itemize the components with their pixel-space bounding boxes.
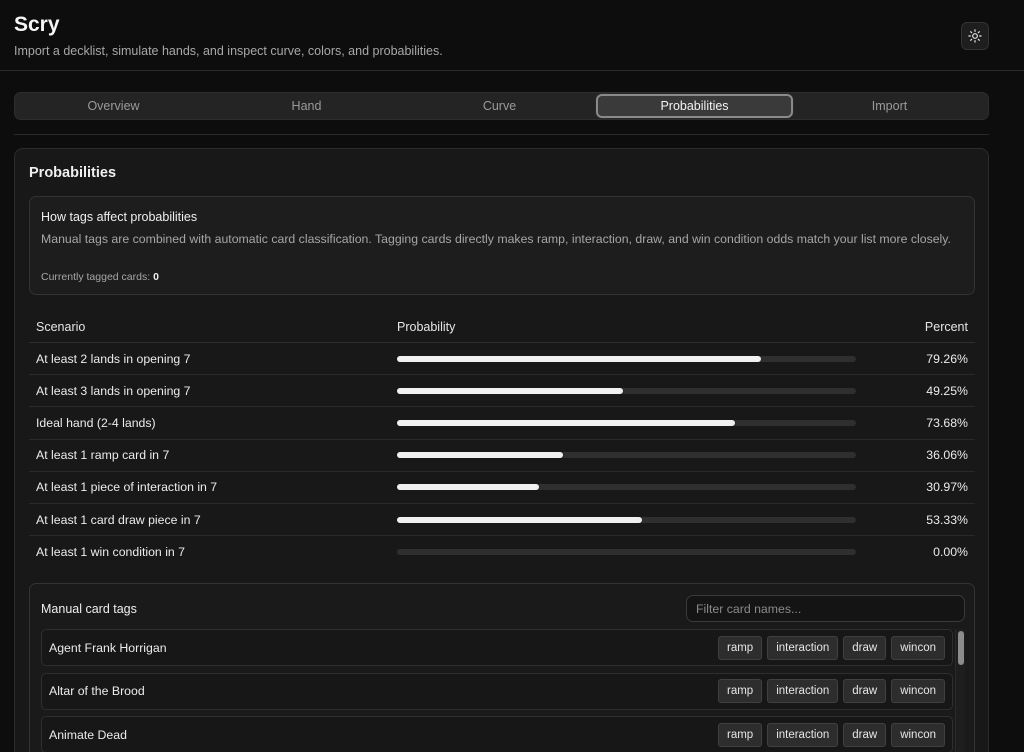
probability-bar-fill (397, 452, 563, 459)
probability-bar-fill (397, 419, 736, 426)
tag-button-draw[interactable]: draw (843, 722, 887, 747)
percent-value: 36.06% (926, 448, 968, 463)
probability-bar-track (397, 419, 856, 426)
percent-value: 30.97% (926, 480, 968, 495)
card-name: Agent Frank Horrigan (49, 640, 167, 655)
scenario-label: At least 2 lands in opening 7 (36, 351, 191, 366)
probability-table: Scenario Probability Percent At least 2 … (29, 311, 975, 568)
app-title: Scry (14, 13, 60, 36)
card-tag-row: Altar of the Brood ramp interaction draw win… (41, 672, 953, 710)
probability-bar-fill (397, 516, 642, 523)
table-row: At least 3 lands in opening 7 49.25% (29, 375, 975, 408)
scenario-label: At least 1 card draw piece in 7 (36, 512, 201, 527)
probabilities-panel: Probabilities How tags affect probabilit… (14, 148, 989, 752)
probability-cell (397, 516, 856, 523)
probability-bar-track (397, 355, 856, 362)
app-subtitle: Import a decklist, simulate hands, and i… (14, 44, 443, 58)
tag-button-wincon[interactable]: wincon (891, 722, 945, 747)
scrollbar-thumb[interactable] (958, 631, 964, 665)
card-tag-list: Agent Frank Horrigan ramp interaction draw w… (41, 629, 953, 752)
tab-bar: Overview Hand Curve Probabilities Import (14, 92, 989, 120)
tag-button-ramp[interactable]: ramp (717, 722, 763, 747)
percent-value: 53.33% (926, 512, 968, 527)
card-tag-row: Agent Frank Horrigan ramp interaction draw w… (41, 629, 953, 666)
tag-button-interaction[interactable]: interaction (767, 722, 839, 747)
table-row: At least 1 piece of interaction in 7 30.9… (29, 472, 975, 504)
probability-cell (397, 355, 856, 362)
scenario-label: Ideal hand (2-4 lands) (36, 415, 156, 430)
table-body: At least 2 lands in opening 7 79.26% At le… (29, 343, 975, 568)
probability-bar-fill (397, 387, 624, 394)
tag-button-wincon[interactable]: wincon (891, 635, 945, 660)
tag-button-group: ramp interaction draw wincon (717, 635, 945, 660)
scenario-label: At least 3 lands in opening 7 (36, 383, 191, 398)
tagged-cards-line: Currently tagged cards: 0 (41, 271, 159, 283)
card-list-scrollbar[interactable] (955, 629, 965, 752)
card-name: Animate Dead (49, 727, 127, 742)
header-divider (14, 134, 989, 135)
sun-icon (968, 29, 982, 43)
probability-cell (397, 419, 856, 426)
header-scenario: Scenario (36, 319, 86, 334)
manual-tags-title: Manual card tags (41, 602, 137, 616)
header-probability: Probability (397, 319, 456, 334)
tag-button-interaction[interactable]: interaction (767, 679, 839, 703)
filter-card-names-input[interactable] (686, 595, 965, 622)
app-header: Scry Import a decklist, simulate hands, … (0, 0, 1024, 71)
table-row: At least 1 ramp card in 7 36.06% (29, 440, 975, 472)
scenario-label: At least 1 ramp card in 7 (36, 448, 170, 463)
percent-value: 49.25% (926, 383, 968, 398)
probability-bar-track (397, 484, 856, 491)
tab-overview[interactable]: Overview (17, 94, 210, 118)
tab-probabilities[interactable]: Probabilities (596, 94, 793, 118)
probability-cell (397, 484, 856, 491)
tab-hand[interactable]: Hand (210, 94, 403, 118)
table-row: At least 1 win condition in 7 0.00% (29, 536, 975, 568)
probability-bar-track (397, 549, 856, 556)
percent-value: 73.68% (926, 415, 968, 430)
table-row: Ideal hand (2-4 lands) 73.68% (29, 407, 975, 440)
probability-bar-track (397, 387, 856, 394)
tag-button-wincon[interactable]: wincon (891, 679, 945, 703)
panel-title: Probabilities (29, 165, 117, 181)
scenario-label: At least 1 piece of interaction in 7 (36, 480, 218, 495)
tags-info-box: How tags affect probabilities Manual tag… (29, 196, 975, 295)
tag-button-group: ramp interaction draw wincon (717, 722, 945, 747)
probability-bar-fill (397, 484, 540, 491)
table-header: Scenario Probability Percent (29, 311, 975, 343)
probability-cell (397, 549, 856, 556)
probability-bar-track (397, 516, 856, 523)
probability-bar-track (397, 452, 856, 459)
tag-button-interaction[interactable]: interaction (767, 635, 839, 660)
scenario-label: At least 1 win condition in 7 (36, 545, 186, 560)
tagged-cards-label: Currently tagged cards: (41, 271, 151, 283)
table-row: At least 1 card draw piece in 7 53.33% (29, 504, 975, 537)
tag-button-ramp[interactable]: ramp (717, 679, 763, 703)
manual-tags-box: Manual card tags Agent Frank Horrigan ram… (29, 583, 975, 752)
probability-bar-fill (397, 355, 761, 362)
tag-button-draw[interactable]: draw (843, 679, 887, 703)
card-name: Altar of the Brood (49, 684, 145, 698)
tagged-cards-count: 0 (153, 271, 159, 283)
tag-button-draw[interactable]: draw (843, 635, 887, 660)
percent-value: 79.26% (926, 351, 968, 366)
info-text: Manual tags are combined with automatic … (41, 232, 951, 246)
info-heading: How tags affect probabilities (41, 210, 198, 224)
tag-button-ramp[interactable]: ramp (717, 635, 763, 660)
probability-cell (397, 452, 856, 459)
percent-value: 0.00% (933, 545, 968, 560)
probability-cell (397, 387, 856, 394)
tab-import[interactable]: Import (793, 94, 986, 118)
theme-toggle-button[interactable] (961, 22, 989, 50)
table-row: At least 2 lands in opening 7 79.26% (29, 343, 975, 376)
tab-curve[interactable]: Curve (403, 94, 596, 118)
header-percent: Percent (924, 319, 968, 334)
card-tag-row: Animate Dead ramp interaction draw wincon (41, 716, 953, 752)
tag-button-group: ramp interaction draw wincon (717, 679, 945, 703)
